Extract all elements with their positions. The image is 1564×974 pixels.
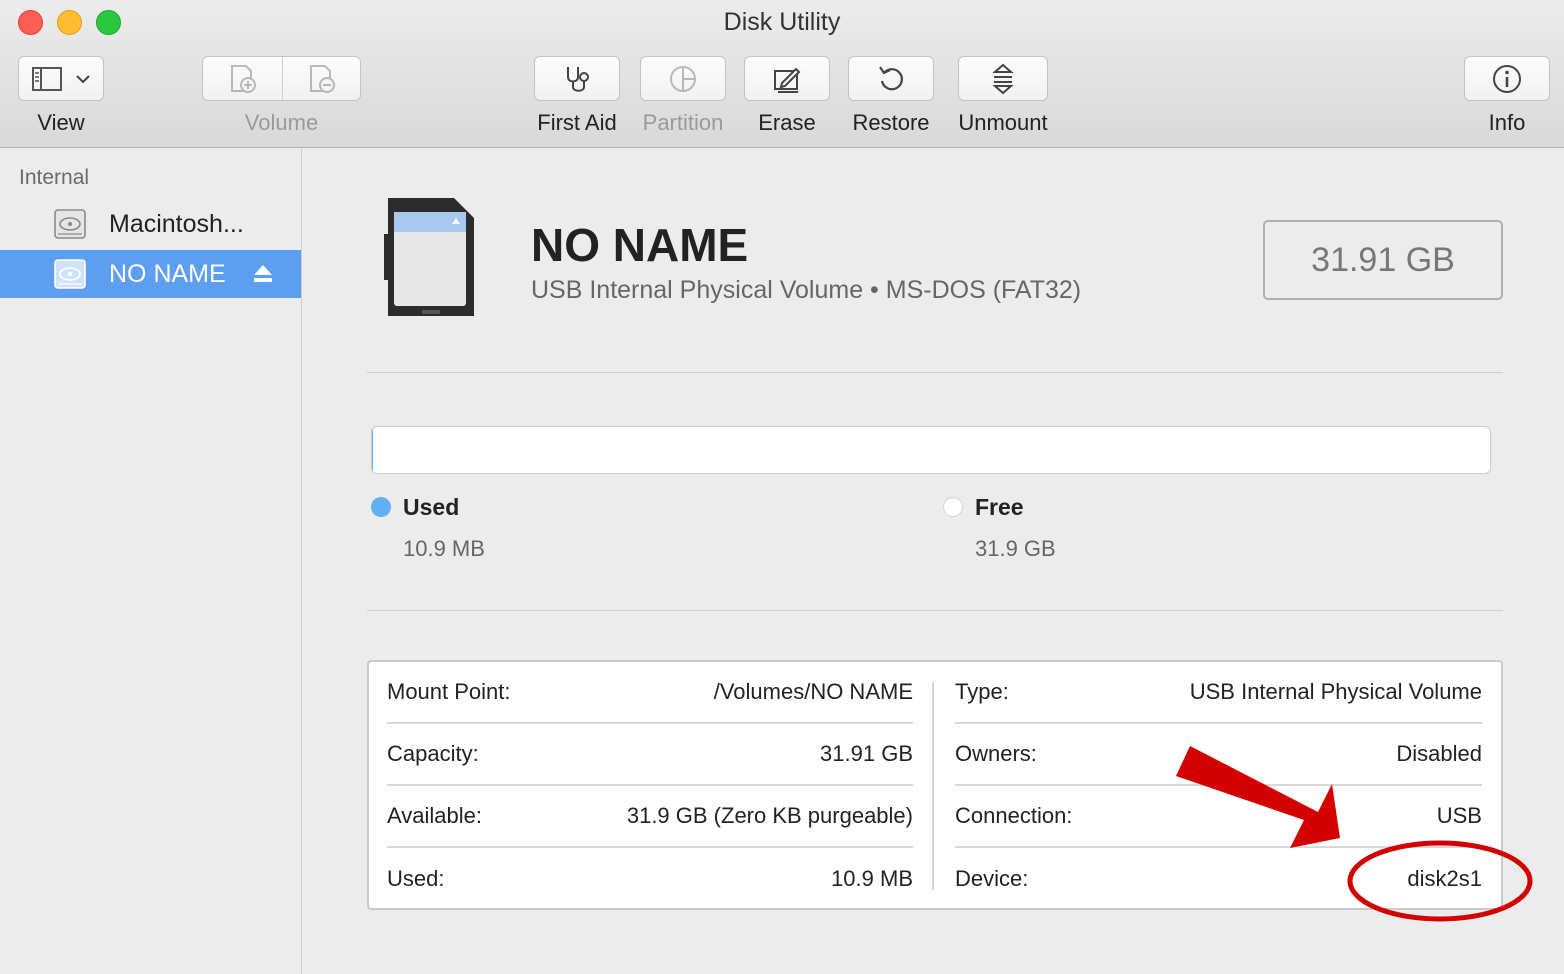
free-legend-title: Free	[975, 494, 1024, 520]
info-value: /Volumes/NO NAME	[713, 679, 913, 704]
partition-label: Partition	[642, 110, 724, 135]
info-value: 31.9 GB (Zero KB purgeable)	[626, 803, 913, 828]
info-value: Disabled	[1396, 741, 1482, 766]
toolbar: Disk Utility View Volume First Aid Parti…	[0, 0, 1564, 148]
info-row-used: Used: 10.9 MB	[387, 848, 913, 910]
info-key: Type:	[955, 679, 1009, 704]
chevron-down-icon	[76, 74, 90, 83]
info-key: Owners:	[955, 741, 1037, 766]
unmount-button[interactable]	[958, 56, 1048, 101]
info-value: 10.9 MB	[831, 866, 913, 891]
sidebar-item-no-name[interactable]: NO NAME	[0, 250, 301, 298]
main-content: NO NAME USB Internal Physical Volume • M…	[302, 148, 1564, 974]
capacity-badge: 31.91 GB	[1263, 220, 1503, 300]
info-key: Available:	[387, 803, 482, 828]
info-key: Capacity:	[387, 741, 479, 766]
partition-pie-icon	[670, 65, 696, 92]
info-table: Mount Point: /Volumes/NO NAME Capacity: …	[367, 660, 1503, 910]
restore-label: Restore	[852, 110, 930, 135]
volume-label: Volume	[244, 110, 319, 135]
usage-bar	[371, 426, 1491, 474]
erase-button[interactable]	[744, 56, 830, 101]
unmount-label: Unmount	[958, 110, 1048, 135]
used-legend-dot	[371, 497, 391, 517]
sd-card-icon	[384, 198, 474, 316]
remove-volume-icon	[310, 64, 335, 93]
sidebar-item-label: Macintosh...	[109, 209, 244, 238]
volume-name: NO NAME	[531, 219, 749, 271]
restore-arrow-icon	[879, 65, 903, 90]
sidebar-item-label: NO NAME	[109, 259, 226, 288]
divider	[367, 372, 1503, 373]
sidebar: Internal Macintosh... NO NAME	[0, 148, 302, 974]
info-row-type: Type: USB Internal Physical Volume	[955, 662, 1482, 724]
partition-button[interactable]	[640, 56, 726, 101]
volume-subtitle: USB Internal Physical Volume • MS-DOS (F…	[531, 276, 1082, 304]
first-aid-label: First Aid	[537, 110, 617, 135]
sidebar-section-internal: Internal	[19, 166, 90, 189]
info-key: Device:	[955, 866, 1029, 891]
remove-volume-button[interactable]	[283, 57, 361, 100]
info-row-owners: Owners: Disabled	[955, 724, 1482, 786]
add-volume-button[interactable]	[203, 57, 282, 100]
first-aid-button[interactable]	[534, 56, 620, 101]
used-legend-value: 10.9 MB	[403, 536, 485, 561]
hard-disk-icon	[54, 209, 86, 239]
divider	[367, 610, 1503, 611]
hard-disk-icon	[54, 259, 86, 289]
info-row-connection: Connection: USB	[955, 786, 1482, 848]
info-button[interactable]	[1464, 56, 1550, 101]
window-title: Disk Utility	[723, 8, 841, 36]
eject-icon[interactable]	[252, 264, 274, 284]
info-icon	[1493, 64, 1521, 93]
info-label: Info	[1488, 110, 1526, 135]
erase-pencil-icon	[774, 67, 801, 93]
unmount-icon	[992, 63, 1014, 94]
info-key: Used:	[387, 866, 445, 891]
sidebar-item-macintosh-hd[interactable]: Macintosh...	[0, 200, 301, 248]
info-row-device: Device: disk2s1	[955, 848, 1482, 910]
info-row-capacity: Capacity: 31.91 GB	[387, 724, 913, 786]
restore-button[interactable]	[848, 56, 934, 101]
free-legend-dot	[943, 497, 963, 517]
info-column-divider	[932, 682, 934, 890]
info-value: USB	[1436, 803, 1482, 828]
free-legend-value: 31.9 GB	[975, 536, 1056, 561]
info-row-mount-point: Mount Point: /Volumes/NO NAME	[387, 662, 913, 724]
info-value: disk2s1	[1407, 866, 1482, 891]
view-label: View	[37, 110, 85, 135]
stethoscope-icon	[567, 66, 589, 92]
used-legend-title: Used	[403, 494, 460, 520]
view-button[interactable]	[18, 56, 104, 101]
info-value: 31.91 GB	[820, 741, 913, 766]
info-value: USB Internal Physical Volume	[1189, 679, 1482, 704]
info-row-available: Available: 31.9 GB (Zero KB purgeable)	[387, 786, 913, 848]
info-key: Connection:	[955, 803, 1073, 828]
volume-segmented-control[interactable]	[202, 56, 361, 101]
info-key: Mount Point:	[387, 679, 511, 704]
sidebar-toggle-icon	[32, 66, 62, 91]
add-volume-icon	[230, 64, 256, 93]
erase-label: Erase	[758, 110, 816, 135]
